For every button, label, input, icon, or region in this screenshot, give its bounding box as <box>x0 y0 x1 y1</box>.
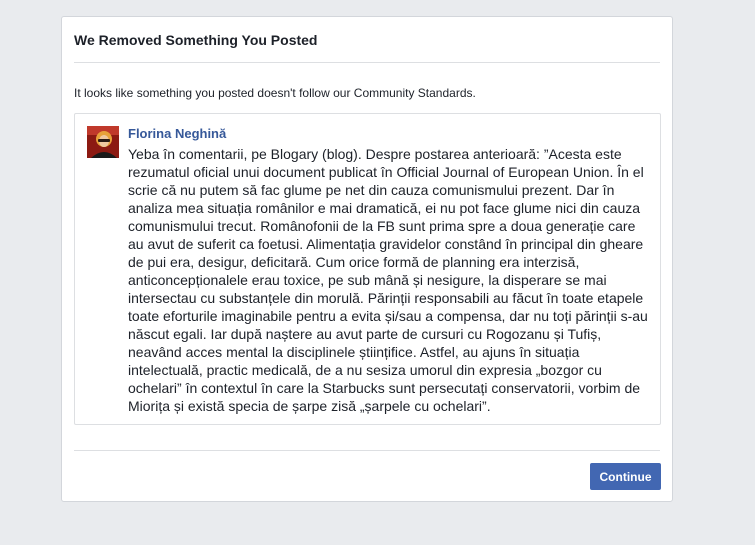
post-author-link[interactable]: Florina Neghină <box>128 126 226 142</box>
community-standards-notice: It looks like something you posted doesn… <box>74 86 476 100</box>
removed-post-preview: Florina Neghină Yeba în comentarii, pe B… <box>74 113 661 425</box>
post-text: Yeba în comentarii, pe Blogary (blog). D… <box>128 146 648 414</box>
dialog-header: We Removed Something You Posted <box>74 17 660 63</box>
profile-photo-icon <box>87 126 119 158</box>
footer-divider <box>74 450 660 451</box>
removed-post-dialog: We Removed Something You Posted It looks… <box>61 16 673 502</box>
continue-button[interactable]: Continue <box>590 463 661 490</box>
avatar <box>87 126 119 158</box>
dialog-title: We Removed Something You Posted <box>74 32 318 48</box>
